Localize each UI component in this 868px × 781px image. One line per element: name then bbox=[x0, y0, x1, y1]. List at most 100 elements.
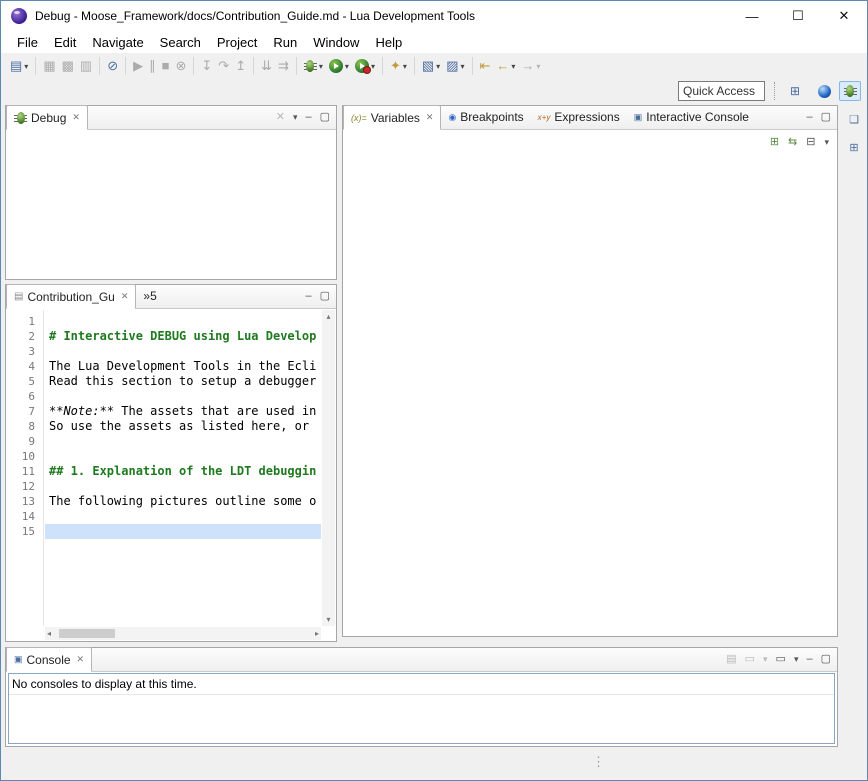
code-line-current[interactable] bbox=[45, 524, 321, 539]
chevron-down-icon[interactable]: ▾ bbox=[763, 655, 768, 664]
code-line[interactable]: ## 1. Explanation of the LDT debuggin bbox=[45, 464, 321, 479]
app-icon[interactable] bbox=[11, 8, 27, 24]
scroll-right-icon[interactable]: ▸ bbox=[315, 629, 319, 638]
menu-window[interactable]: Window bbox=[305, 33, 367, 52]
remove-terminated-button[interactable]: ✕ bbox=[276, 112, 285, 123]
maximize-button[interactable]: ☐ bbox=[775, 1, 821, 31]
tab-interactive-console[interactable]: ▣ Interactive Console bbox=[627, 105, 756, 129]
editor-horizontal-scrollbar[interactable]: ◂ ▸ bbox=[45, 627, 321, 640]
forward-button[interactable]: → ▾ bbox=[518, 57, 543, 75]
minimize-view-icon[interactable]: – bbox=[305, 291, 311, 302]
code-line[interactable]: **Note:** The assets that are used in bbox=[45, 404, 321, 419]
code-line[interactable]: So use the assets as listed here, or bbox=[45, 419, 321, 434]
close-button[interactable]: ✕ bbox=[821, 1, 867, 31]
save-all-button[interactable]: ▩ bbox=[59, 57, 77, 75]
close-icon[interactable]: ✕ bbox=[77, 654, 85, 665]
menu-run[interactable]: Run bbox=[265, 33, 305, 52]
show-type-names-icon[interactable]: ⊞ bbox=[770, 137, 779, 148]
last-edit-location-button[interactable]: ⇤ bbox=[477, 57, 494, 75]
menu-edit[interactable]: Edit bbox=[46, 33, 84, 52]
close-icon[interactable]: ✕ bbox=[426, 112, 434, 123]
chevron-down-icon[interactable]: ▾ bbox=[794, 655, 799, 664]
open-perspective-button[interactable]: ⊞ bbox=[784, 81, 806, 101]
tab-debug[interactable]: Debug ✕ bbox=[6, 105, 88, 130]
menu-help[interactable]: Help bbox=[367, 33, 410, 52]
tab-contribution-guide[interactable]: ▤ Contribution_Gu ✕ bbox=[6, 284, 136, 309]
restore-view-icon[interactable]: ❏ bbox=[844, 109, 864, 129]
lua-perspective-button[interactable] bbox=[813, 81, 835, 101]
collapse-all-icon[interactable]: ⊟ bbox=[806, 137, 815, 148]
suspend-button[interactable]: ∥ bbox=[146, 57, 159, 75]
tab-variables[interactable]: (x)= Variables ✕ bbox=[343, 105, 441, 130]
maximize-view-icon[interactable]: ▢ bbox=[320, 291, 330, 302]
code-line[interactable]: The Lua Development Tools in the Ecli bbox=[45, 359, 321, 374]
menu-search[interactable]: Search bbox=[152, 33, 209, 52]
code-line[interactable] bbox=[45, 479, 321, 494]
code-line[interactable]: Read this section to setup a debugger bbox=[45, 374, 321, 389]
maximize-view-icon[interactable]: ▢ bbox=[320, 112, 330, 123]
new-wizard-button[interactable]: ▧ ▾ bbox=[419, 57, 443, 75]
external-tools-button[interactable]: ✦ ▾ bbox=[387, 57, 410, 75]
close-icon[interactable]: ✕ bbox=[72, 112, 80, 123]
run-button[interactable]: ▾ bbox=[326, 57, 352, 75]
scroll-left-icon[interactable]: ◂ bbox=[47, 629, 51, 638]
new-button[interactable]: ▤ ▾ bbox=[7, 57, 31, 75]
view-menu-icon[interactable]: ▾ bbox=[293, 113, 298, 122]
code-line[interactable] bbox=[45, 509, 321, 524]
debug-view-tabbar: Debug ✕ ✕ ▾ – ▢ bbox=[6, 106, 336, 130]
drop-to-frame-button[interactable]: ⇊ bbox=[258, 57, 275, 75]
show-logical-structures-icon[interactable]: ⇆ bbox=[788, 137, 797, 148]
terminate-button[interactable]: ■ bbox=[159, 57, 173, 75]
splitter-grip-icon[interactable]: ⋮ bbox=[592, 755, 605, 768]
maximize-view-icon[interactable]: ▢ bbox=[821, 654, 831, 665]
open-console-icon[interactable]: ▭ bbox=[776, 654, 786, 665]
quick-access-input[interactable] bbox=[678, 81, 765, 101]
coverage-button[interactable]: ▾ bbox=[352, 57, 378, 75]
code-line[interactable]: # Interactive DEBUG using Lua Develop bbox=[45, 329, 321, 344]
toolbar-separator bbox=[253, 57, 254, 75]
minimize-view-icon[interactable]: – bbox=[305, 112, 311, 123]
tab-breakpoints[interactable]: ◉ Breakpoints bbox=[441, 105, 530, 129]
line-number-ruler[interactable]: 1 2 3 4 5 6 7 8 9 10 11 12 13 14 15 bbox=[6, 310, 44, 626]
editor-text-area[interactable]: # Interactive DEBUG using Lua Develop Th… bbox=[45, 310, 321, 626]
skip-breakpoints-button[interactable]: ⊘ bbox=[104, 57, 121, 75]
code-line[interactable] bbox=[45, 344, 321, 359]
disconnect-button[interactable]: ⊗ bbox=[172, 57, 189, 75]
code-line[interactable] bbox=[45, 314, 321, 329]
minimized-view-stack-icon[interactable]: ⊞ bbox=[844, 137, 864, 157]
close-icon[interactable]: ✕ bbox=[121, 291, 129, 302]
scroll-down-icon[interactable]: ▾ bbox=[326, 615, 330, 624]
debug-perspective-button[interactable] bbox=[839, 81, 861, 101]
print-button[interactable]: ▥ bbox=[77, 57, 95, 75]
step-return-button[interactable]: ↥ bbox=[232, 57, 249, 75]
menu-file[interactable]: File bbox=[9, 33, 46, 52]
pin-console-icon[interactable]: ▤ bbox=[726, 654, 736, 665]
console-content[interactable]: No consoles to display at this time. bbox=[8, 673, 835, 744]
code-line[interactable] bbox=[45, 449, 321, 464]
save-button[interactable]: ▦ bbox=[40, 57, 58, 75]
step-over-button[interactable]: ↷ bbox=[215, 57, 232, 75]
scroll-up-icon[interactable]: ▴ bbox=[326, 312, 330, 321]
tab-expressions[interactable]: x+y Expressions bbox=[531, 105, 627, 129]
minimize-view-icon[interactable]: – bbox=[806, 112, 812, 123]
editor-vertical-scrollbar[interactable]: ▴ ▾ bbox=[322, 310, 335, 626]
code-line[interactable] bbox=[45, 434, 321, 449]
display-console-icon[interactable]: ▭ bbox=[745, 654, 755, 665]
open-element-button[interactable]: ▨ ▾ bbox=[443, 57, 467, 75]
editor-overflow-tab[interactable]: »5 bbox=[136, 284, 163, 308]
code-line[interactable]: The following pictures outline some o bbox=[45, 494, 321, 509]
step-into-button[interactable]: ↧ bbox=[198, 57, 215, 75]
step-filters-button[interactable]: ⇉ bbox=[275, 57, 292, 75]
resume-button[interactable]: ▶ bbox=[130, 57, 146, 75]
code-line[interactable] bbox=[45, 389, 321, 404]
maximize-view-icon[interactable]: ▢ bbox=[821, 112, 831, 123]
minimize-button[interactable]: — bbox=[729, 1, 775, 31]
debug-button[interactable]: ▾ bbox=[301, 57, 326, 75]
view-menu-icon[interactable]: ▾ bbox=[824, 138, 829, 147]
back-button[interactable]: ← ▾ bbox=[493, 57, 518, 75]
tab-console[interactable]: ▣ Console ✕ bbox=[6, 647, 92, 672]
menu-navigate[interactable]: Navigate bbox=[84, 33, 151, 52]
menu-project[interactable]: Project bbox=[209, 33, 265, 52]
minimize-view-icon[interactable]: – bbox=[806, 654, 812, 665]
scrollbar-thumb[interactable] bbox=[59, 629, 115, 638]
